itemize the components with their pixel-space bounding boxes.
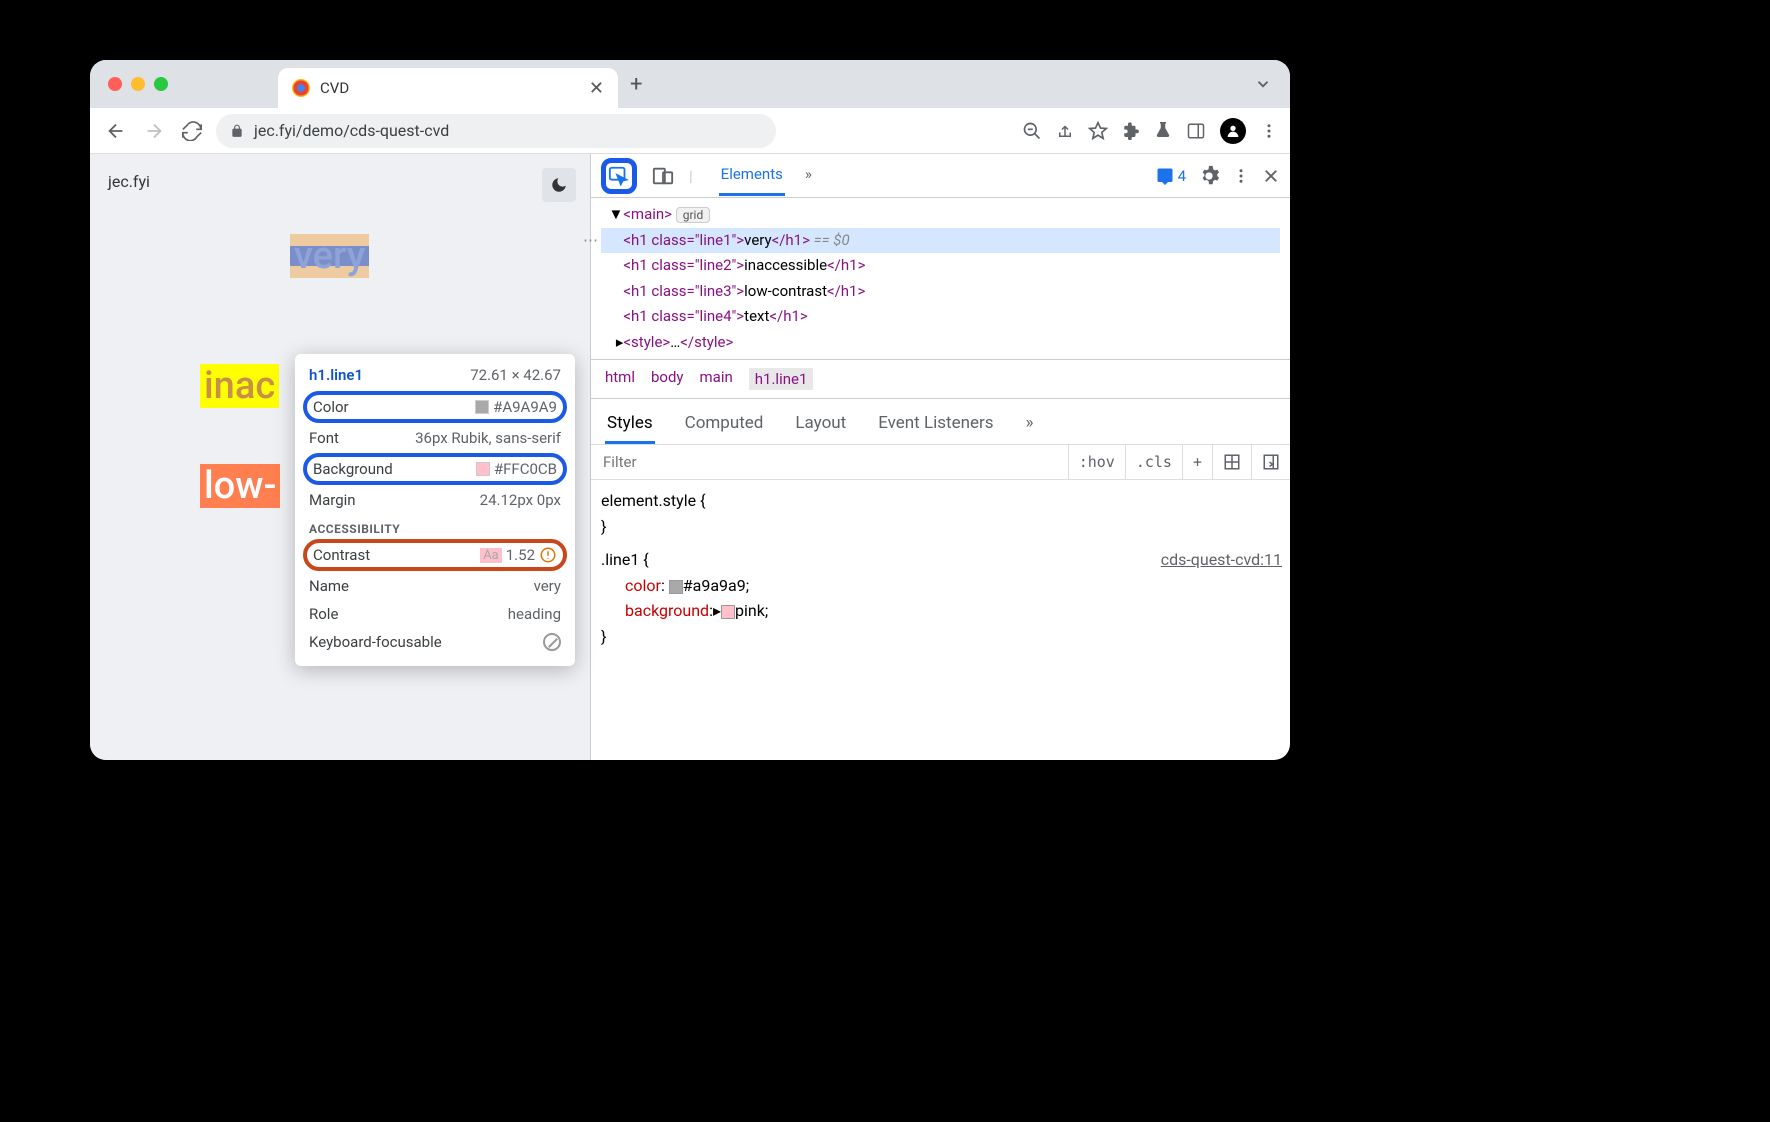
menu-icon[interactable] (1260, 122, 1278, 140)
new-rule-icon[interactable]: + (1182, 445, 1212, 479)
hov-button[interactable]: :hov (1068, 445, 1125, 479)
tab-computed[interactable]: Computed (683, 409, 766, 444)
demo-text-line3[interactable]: low- (200, 464, 280, 508)
styles-pane[interactable]: element.style { } cds-quest-cvd:11 .line… (591, 480, 1290, 658)
dom-node-style[interactable]: ▸<style>…</style> (601, 330, 1280, 356)
flexbox-editor-icon[interactable] (1212, 445, 1251, 479)
close-devtools-icon[interactable] (1262, 167, 1280, 185)
tab-styles[interactable]: Styles (605, 409, 655, 444)
color-swatch-icon[interactable] (669, 580, 683, 594)
browser-tab[interactable]: CVD ✕ (278, 68, 618, 108)
styles-tabbar: Styles Computed Layout Event Listeners » (591, 398, 1290, 444)
dom-tree[interactable]: ▼<main> grid <h1 class="line1">very</h1>… (591, 198, 1290, 359)
dom-node-h1-line4[interactable]: <h1 class="line4">text</h1> (601, 304, 1280, 330)
zoom-out-icon[interactable] (1022, 121, 1042, 141)
bg-swatch-icon (476, 462, 490, 476)
computed-sidebar-icon[interactable] (1251, 445, 1290, 479)
warning-icon (539, 546, 557, 564)
grid-badge[interactable]: grid (676, 207, 711, 223)
tab-event-listeners[interactable]: Event Listeners (876, 409, 995, 444)
tab-title: CVD (320, 79, 579, 97)
bookmark-star-icon[interactable] (1088, 121, 1108, 141)
back-button[interactable] (102, 117, 130, 145)
dom-node-h1-line3[interactable]: <h1 class="line3">low-contrast</h1> (601, 279, 1280, 305)
cls-button[interactable]: .cls (1125, 445, 1182, 479)
contrast-sample: Aa (480, 548, 502, 563)
dark-mode-toggle[interactable] (542, 168, 576, 202)
tooltip-contrast-label: Contrast (313, 546, 370, 564)
kebab-menu-icon[interactable] (1232, 167, 1250, 185)
inspect-element-button[interactable] (601, 158, 637, 194)
window-titlebar: CVD ✕ + (90, 60, 1290, 108)
crumb-body[interactable]: body (651, 368, 684, 390)
tab-styles-more-icon[interactable]: » (1024, 409, 1036, 444)
demo-text-line2[interactable]: inac (200, 364, 279, 408)
devtools-panel: | Elements » 4 ▼<main> grid (590, 154, 1290, 760)
tooltip-kf-label: Keyboard-focusable (309, 633, 442, 651)
tooltip-a11y-heading: ACCESSIBILITY (295, 514, 575, 538)
inspector-tooltip: h1.line1 72.61 × 42.67 Color #A9A9A9 Fon… (295, 354, 575, 666)
tab-list-chevron-icon[interactable] (1254, 75, 1272, 93)
tooltip-name-label: Name (309, 577, 349, 595)
favicon-icon (292, 79, 310, 97)
device-toggle-button[interactable] (651, 165, 675, 187)
close-window[interactable] (108, 77, 122, 91)
browser-toolbar: jec.fyi/demo/cds-quest-cvd (90, 108, 1290, 154)
share-icon[interactable] (1056, 122, 1074, 140)
tab-elements[interactable]: Elements (719, 155, 785, 196)
minimize-window[interactable] (131, 77, 145, 91)
not-focusable-icon (543, 633, 561, 651)
color-swatch-icon (475, 400, 489, 414)
tooltip-selector: h1.line1 (309, 366, 363, 384)
page-viewport: jec.fyi very inac low- h1.line1 72.61 × … (90, 154, 590, 760)
sidepanel-icon[interactable] (1186, 122, 1206, 140)
address-bar[interactable]: jec.fyi/demo/cds-quest-cvd (216, 114, 776, 148)
styles-filterbar: :hov .cls + (591, 444, 1290, 480)
crumb-main[interactable]: main (700, 368, 733, 390)
bg-swatch-icon[interactable] (721, 605, 735, 619)
demo-text-line1[interactable]: very (290, 234, 369, 278)
dom-node-h1-line1[interactable]: <h1 class="line1">very</h1> == $0 (601, 228, 1280, 254)
profile-avatar[interactable] (1220, 118, 1246, 144)
tab-close-icon[interactable]: ✕ (589, 78, 604, 99)
labs-icon[interactable] (1154, 121, 1172, 141)
tooltip-role-label: Role (309, 605, 338, 623)
extensions-icon[interactable] (1122, 122, 1140, 140)
site-brand: jec.fyi (108, 172, 572, 191)
styles-filter-input[interactable] (591, 445, 1068, 479)
source-link[interactable]: cds-quest-cvd:11 (1161, 547, 1290, 573)
tooltip-font-label: Font (309, 429, 339, 447)
dom-node-h1-line2[interactable]: <h1 class="line2">inaccessible</h1> (601, 253, 1280, 279)
maximize-window[interactable] (154, 77, 168, 91)
devtools-toolbar: | Elements » 4 (591, 154, 1290, 198)
crumb-html[interactable]: html (605, 368, 635, 390)
new-tab-button[interactable]: + (630, 72, 642, 97)
tab-more-icon[interactable]: » (803, 155, 814, 196)
console-messages-badge[interactable]: 4 (1156, 167, 1186, 185)
forward-button[interactable] (140, 117, 168, 145)
crumb-current[interactable]: h1.line1 (749, 368, 814, 390)
reload-button[interactable] (178, 117, 206, 145)
tooltip-dimensions: 72.61 × 42.67 (470, 366, 561, 384)
tooltip-bg-label: Background (313, 460, 393, 478)
tooltip-margin-label: Margin (309, 491, 356, 509)
tooltip-color-label: Color (313, 398, 349, 416)
url-text: jec.fyi/demo/cds-quest-cvd (254, 121, 449, 140)
tab-layout[interactable]: Layout (793, 409, 848, 444)
traffic-lights (108, 77, 168, 91)
breadcrumb: html body main h1.line1 (591, 359, 1290, 398)
lock-icon (230, 123, 244, 139)
settings-icon[interactable] (1198, 165, 1220, 187)
